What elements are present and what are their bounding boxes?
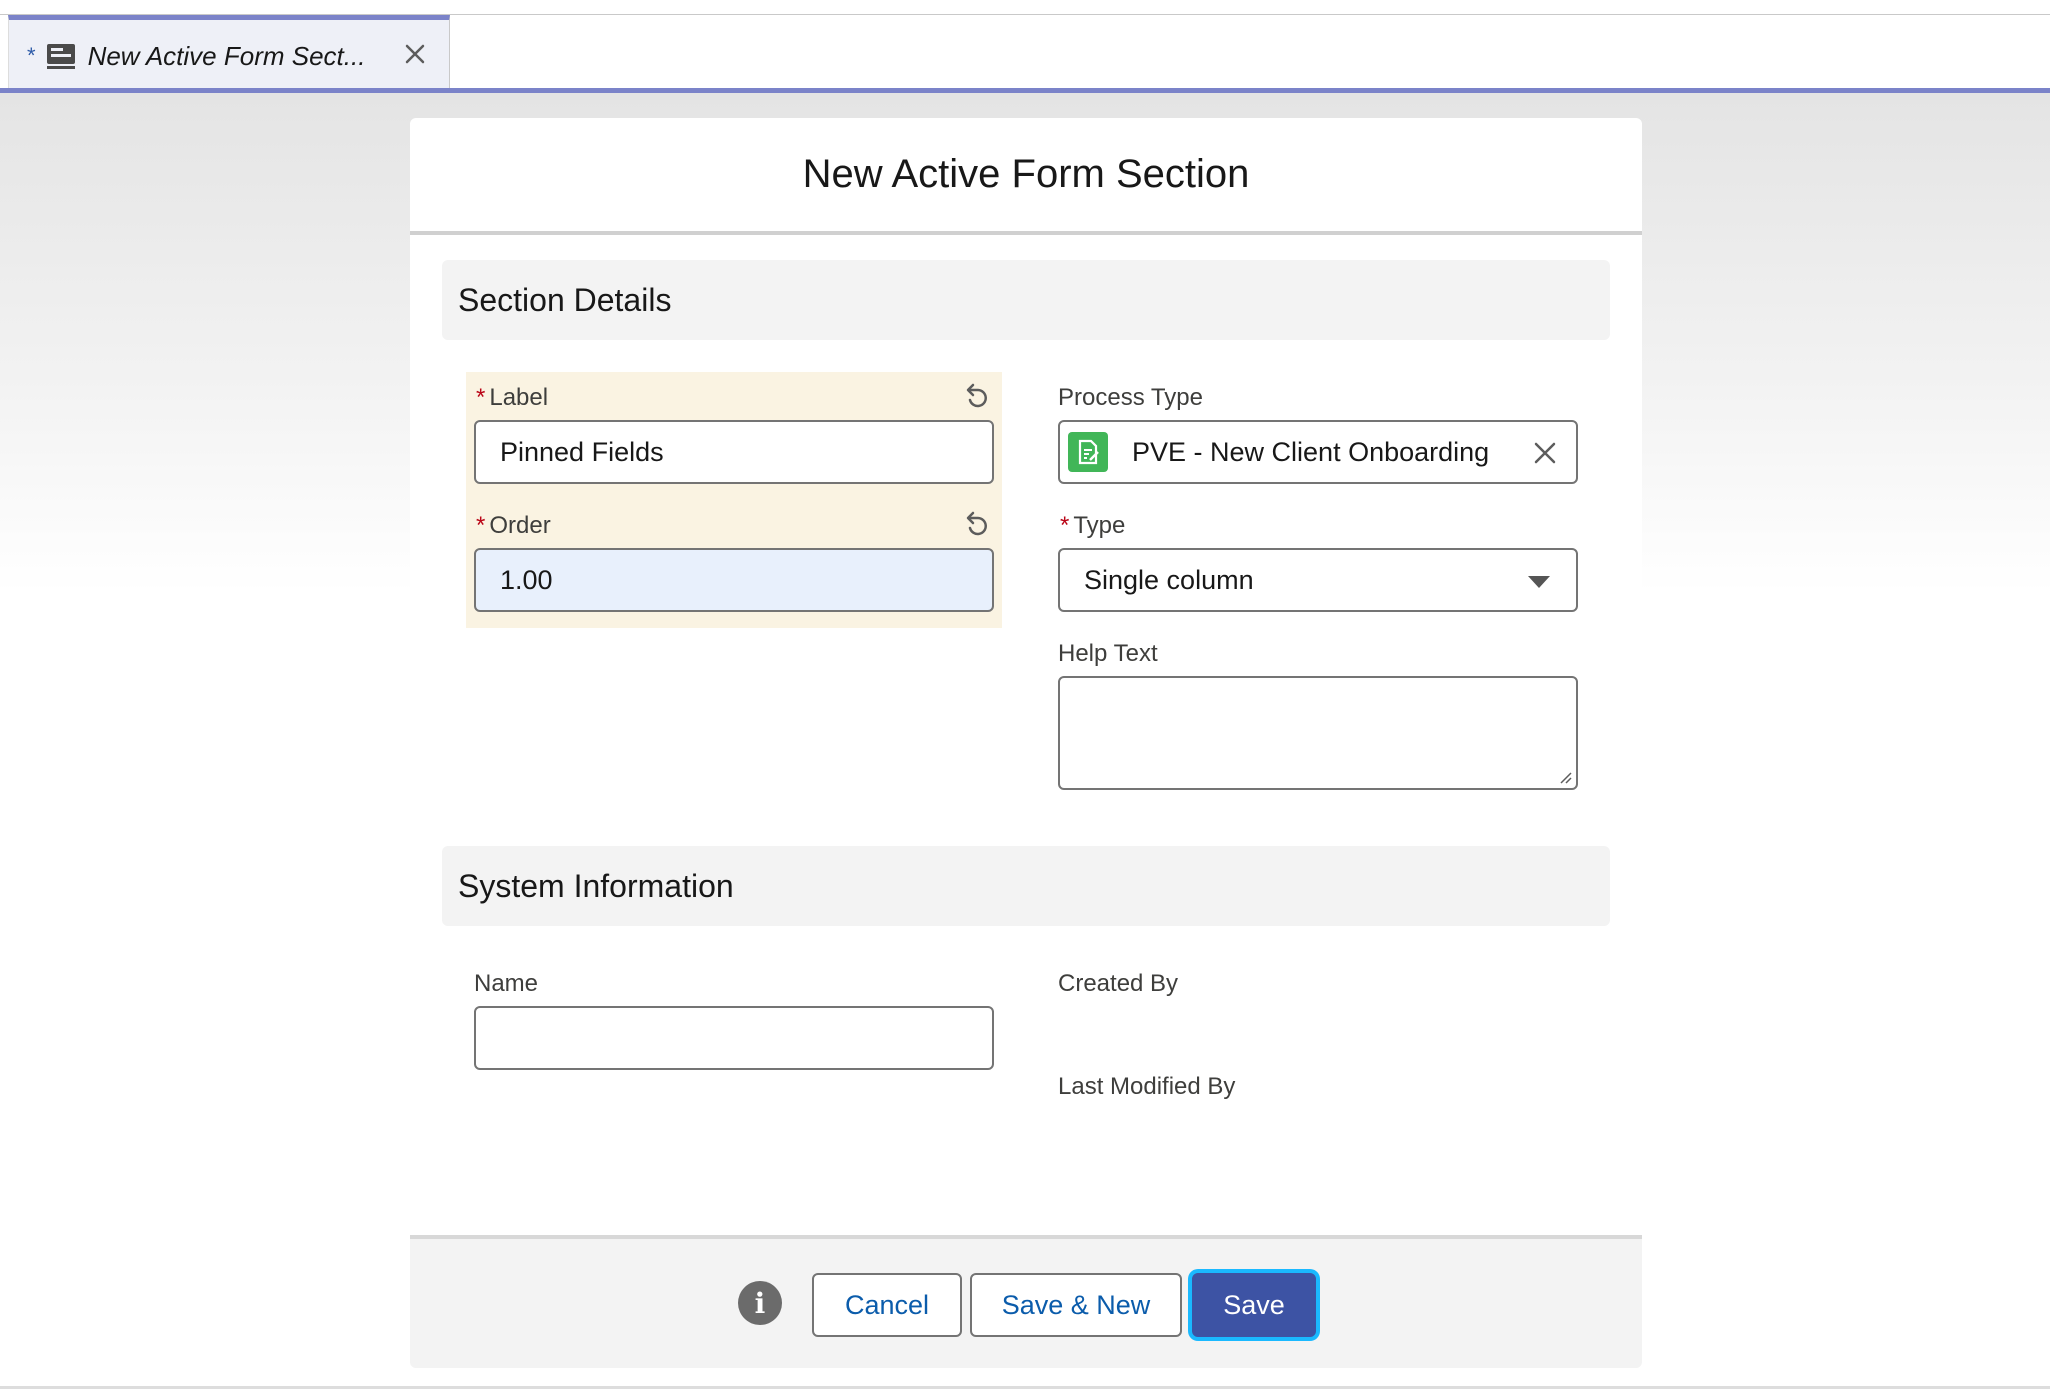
- order-input-value: 1.00: [500, 564, 553, 595]
- label-field-label: * Label: [476, 384, 549, 411]
- type-select-value: Single column: [1084, 564, 1254, 595]
- required-marker: *: [1060, 512, 1070, 539]
- workspace-tab[interactable]: * New Active Form Sect...: [8, 15, 450, 92]
- clear-selection-icon[interactable]: [1532, 440, 1558, 466]
- created-by-field-label: Created By: [1058, 970, 1179, 997]
- name-input[interactable]: [474, 1006, 994, 1070]
- process-type-lookup[interactable]: PVE - New Client Onboarding: [1058, 420, 1578, 484]
- cancel-button[interactable]: Cancel: [812, 1273, 962, 1337]
- type-field-label: * Type: [1060, 512, 1126, 539]
- bottom-border: [0, 1386, 2050, 1389]
- required-marker: *: [476, 384, 486, 411]
- help-text-textarea[interactable]: [1058, 676, 1578, 790]
- process-type-field-label: Process Type: [1058, 384, 1203, 411]
- modal-footer: i Cancel Save & New Save: [410, 1235, 1642, 1368]
- unsaved-marker: *: [27, 43, 36, 68]
- section-title-details: Section Details: [458, 281, 672, 318]
- save-and-new-button[interactable]: Save & New: [970, 1273, 1182, 1337]
- process-type-record-icon: [1068, 432, 1108, 472]
- new-record-modal: New Active Form Section Section Details …: [410, 118, 1642, 1368]
- document-edit-icon: [1078, 439, 1099, 465]
- tab-title: New Active Form Sect...: [87, 40, 366, 71]
- modal-title: New Active Form Section: [802, 152, 1250, 196]
- name-field-label: Name: [474, 970, 539, 997]
- type-select[interactable]: Single column: [1058, 548, 1578, 612]
- modal-header: New Active Form Section: [410, 118, 1642, 235]
- label-input-value: Pinned Fields: [500, 436, 664, 467]
- section-header-details[interactable]: Section Details: [442, 260, 1610, 340]
- undo-icon[interactable]: [960, 380, 990, 410]
- order-field-label: * Order: [476, 512, 551, 539]
- label-input[interactable]: Pinned Fields: [474, 420, 994, 484]
- undo-icon[interactable]: [960, 508, 990, 538]
- last-modified-by-field-label: Last Modified By: [1058, 1073, 1236, 1100]
- record-form-icon: [46, 44, 75, 69]
- section-title-system: System Information: [458, 867, 734, 904]
- required-marker: *: [476, 512, 486, 539]
- info-icon[interactable]: i: [738, 1281, 782, 1325]
- chevron-down-icon: [1528, 576, 1550, 588]
- save-button[interactable]: Save: [1192, 1273, 1316, 1337]
- order-input[interactable]: 1.00: [474, 548, 994, 612]
- resize-handle-icon[interactable]: [1556, 768, 1572, 784]
- section-header-system[interactable]: System Information: [442, 846, 1610, 926]
- process-type-value: PVE - New Client Onboarding: [1132, 436, 1490, 467]
- workspace-tab-bar: * New Active Form Sect...: [0, 15, 2050, 92]
- close-tab-icon[interactable]: [403, 42, 427, 66]
- help-text-field-label: Help Text: [1058, 640, 1158, 667]
